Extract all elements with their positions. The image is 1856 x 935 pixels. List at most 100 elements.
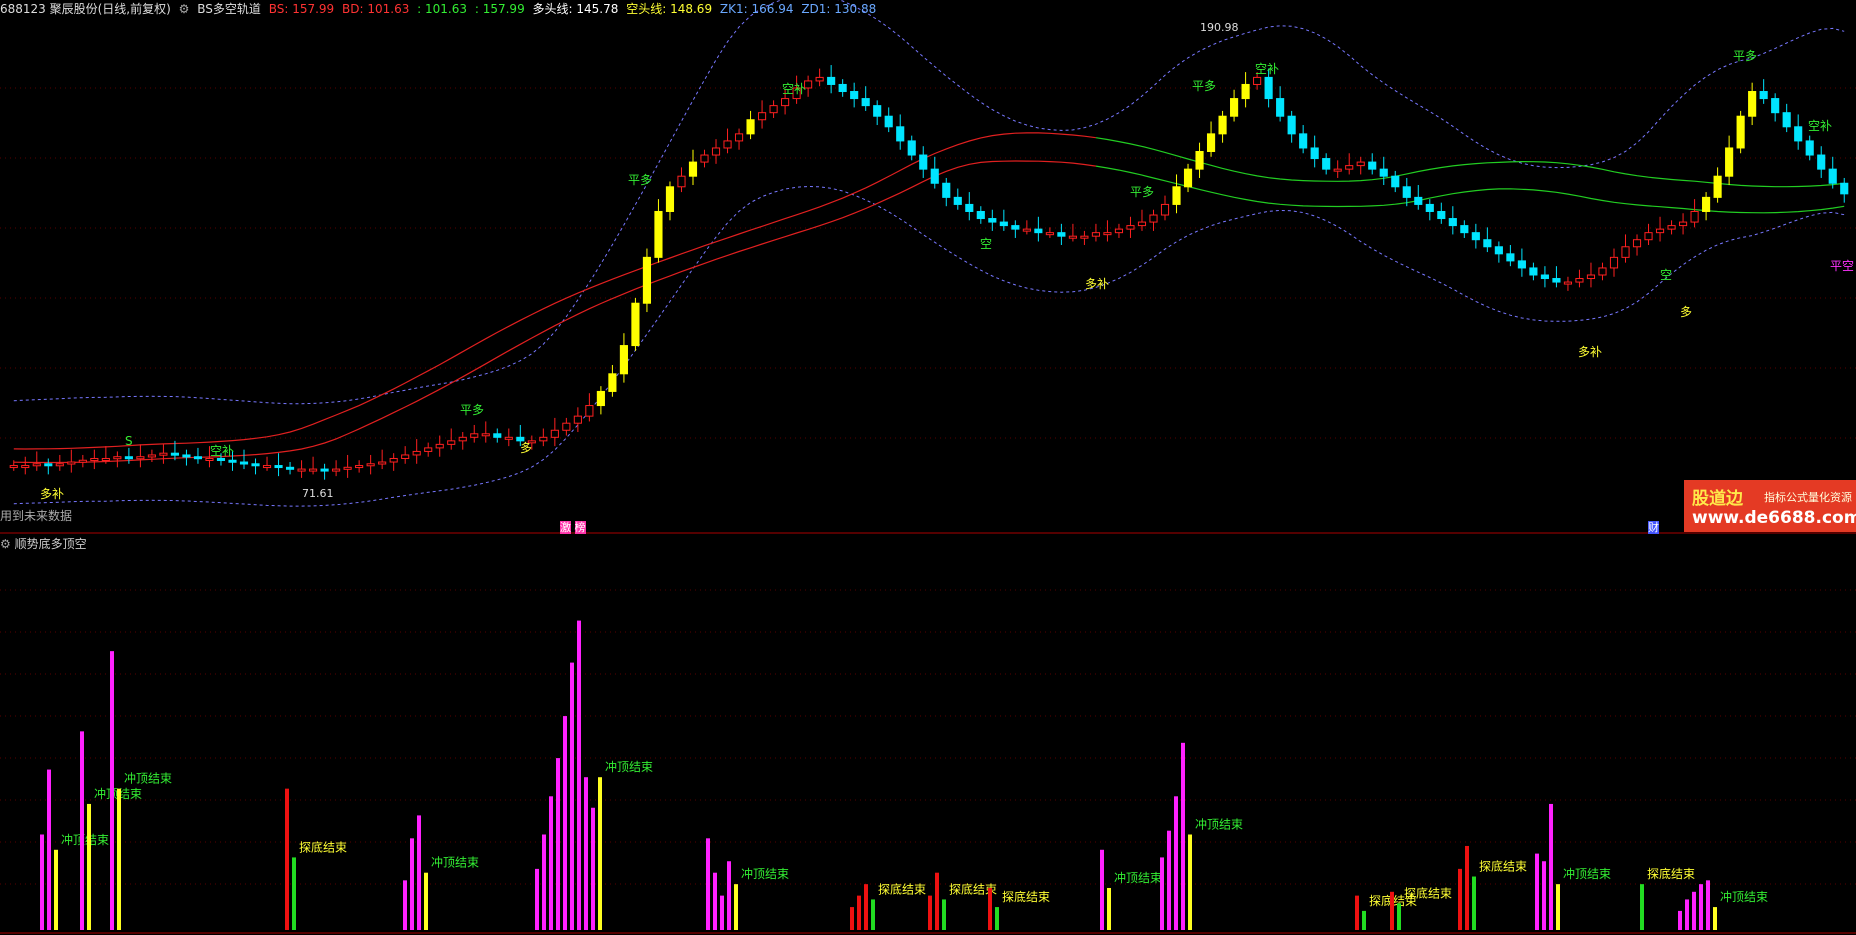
histogram-bar bbox=[40, 834, 44, 930]
candle-body bbox=[424, 447, 433, 452]
candle-body bbox=[769, 105, 778, 114]
tag-left-a: 激 bbox=[560, 521, 571, 534]
candle-body bbox=[1057, 232, 1066, 237]
histogram-bar bbox=[1107, 887, 1111, 930]
candle-body bbox=[1678, 221, 1688, 227]
histogram-bar bbox=[563, 716, 567, 930]
histogram-bar bbox=[1160, 857, 1164, 930]
candle-body bbox=[907, 140, 916, 156]
candle-body bbox=[21, 465, 30, 469]
histogram-bar bbox=[117, 788, 121, 930]
candle-body bbox=[113, 456, 122, 460]
candle-body bbox=[953, 196, 962, 205]
candle-body bbox=[55, 463, 64, 467]
candle-body bbox=[1126, 225, 1135, 230]
histogram-bar bbox=[864, 884, 868, 930]
signal-label: 多 bbox=[1680, 305, 1692, 319]
candle-body bbox=[1414, 196, 1423, 205]
histogram-bar bbox=[1699, 884, 1703, 930]
histogram-signal-label: 冲顶结束 bbox=[1114, 870, 1162, 885]
candle-body bbox=[550, 429, 559, 438]
histogram-bar bbox=[713, 872, 717, 930]
lower-indicator-name[interactable]: 顺势底多顶空 bbox=[15, 537, 87, 551]
candle-body bbox=[481, 433, 490, 437]
tag-right-a: 财 bbox=[1648, 521, 1659, 534]
candle-body bbox=[1299, 133, 1308, 149]
candle-body bbox=[170, 452, 180, 456]
histogram-signal-label: 冲顶结束 bbox=[741, 866, 789, 881]
lower-panel-title: ⚙ 顺势底多顶空 bbox=[0, 535, 87, 552]
candle-body bbox=[734, 133, 744, 142]
histogram-bar bbox=[1692, 891, 1696, 930]
histogram-bar bbox=[935, 872, 939, 930]
candle-body bbox=[1736, 115, 1745, 149]
signal-label: 多补 bbox=[1085, 277, 1109, 291]
signal-label: 空补 bbox=[1808, 119, 1832, 133]
histogram-bar bbox=[598, 777, 602, 930]
candle-body bbox=[9, 465, 18, 469]
candle-body bbox=[723, 140, 732, 149]
long-trend-red bbox=[13, 160, 1096, 464]
histogram-bar bbox=[734, 884, 738, 930]
candle-body bbox=[1805, 140, 1814, 156]
candle-body bbox=[44, 463, 53, 467]
histogram-bar bbox=[110, 651, 114, 930]
histogram-signal-label: 冲顶结束 bbox=[1563, 866, 1611, 881]
high-price-label: 190.98 bbox=[1200, 21, 1239, 34]
indicator-gear-icon[interactable]: ⚙ bbox=[179, 2, 190, 16]
candle-body bbox=[378, 461, 387, 465]
histogram-bar bbox=[995, 907, 999, 930]
tag-right[interactable]: 财 bbox=[1648, 519, 1659, 535]
candle-body bbox=[447, 440, 456, 445]
histogram-bar bbox=[542, 834, 546, 930]
candle-body bbox=[573, 415, 582, 424]
candle-body bbox=[1068, 235, 1077, 239]
lower-gear-icon[interactable]: ⚙ bbox=[0, 537, 11, 551]
candle-body bbox=[1702, 196, 1711, 212]
candle-body bbox=[1045, 232, 1054, 236]
candle-body bbox=[401, 454, 410, 459]
candle-body bbox=[343, 466, 352, 470]
candle-body bbox=[216, 457, 226, 461]
candle-body bbox=[1621, 246, 1630, 258]
signal-label: 空补 bbox=[782, 82, 806, 96]
candle-body bbox=[1759, 91, 1768, 100]
candle-body bbox=[1563, 281, 1573, 285]
candle-body bbox=[1356, 161, 1365, 167]
histogram-bar bbox=[417, 815, 421, 930]
candle-body bbox=[124, 456, 133, 460]
candle-body bbox=[297, 468, 306, 472]
histogram-bar bbox=[410, 838, 414, 930]
histogram-signal-label: 探底结束 bbox=[1404, 885, 1452, 900]
histogram-bar bbox=[727, 861, 731, 930]
stock-title[interactable]: 688123 聚辰股份(日线,前复权) bbox=[0, 2, 171, 16]
candle-body bbox=[1160, 203, 1170, 216]
candle-body bbox=[78, 459, 87, 463]
candle-body bbox=[251, 463, 260, 467]
candle-body bbox=[1828, 168, 1837, 184]
tag-left[interactable]: 激 榜 bbox=[560, 519, 586, 535]
candle-body bbox=[159, 452, 168, 456]
indicator-name[interactable]: BS多空轨道 bbox=[197, 2, 261, 16]
candle-body bbox=[1713, 175, 1722, 198]
signal-label: 多 bbox=[520, 441, 532, 455]
histogram-signal-label: 探底结束 bbox=[878, 881, 926, 896]
watermark-sub: 指标公式量化资源 bbox=[1764, 491, 1852, 504]
candle-body bbox=[746, 119, 755, 135]
candle-body bbox=[850, 91, 859, 100]
watermark-brand: 股道边 bbox=[1692, 489, 1743, 509]
candle-body bbox=[999, 221, 1008, 227]
watermark-banner[interactable]: 股道边 指标公式量化资源 www.de6688.com bbox=[1684, 480, 1856, 532]
candle-body bbox=[1575, 278, 1584, 283]
candle-body bbox=[700, 154, 709, 163]
candle-body bbox=[262, 465, 272, 469]
candle-body bbox=[1011, 225, 1020, 230]
main-chart[interactable]: 多补S空补平多多平多空补空平多平多空补多补多补平多空补空多平空冲顶结束冲顶结束冲… bbox=[0, 0, 1856, 935]
candle-body bbox=[1206, 133, 1216, 153]
candle-body bbox=[965, 203, 974, 212]
candle-body bbox=[101, 457, 110, 461]
low-price-label: 71.61 bbox=[302, 487, 334, 500]
histogram-bar bbox=[1458, 868, 1462, 930]
histogram-bar bbox=[1355, 895, 1359, 930]
candle-body bbox=[1437, 210, 1446, 220]
